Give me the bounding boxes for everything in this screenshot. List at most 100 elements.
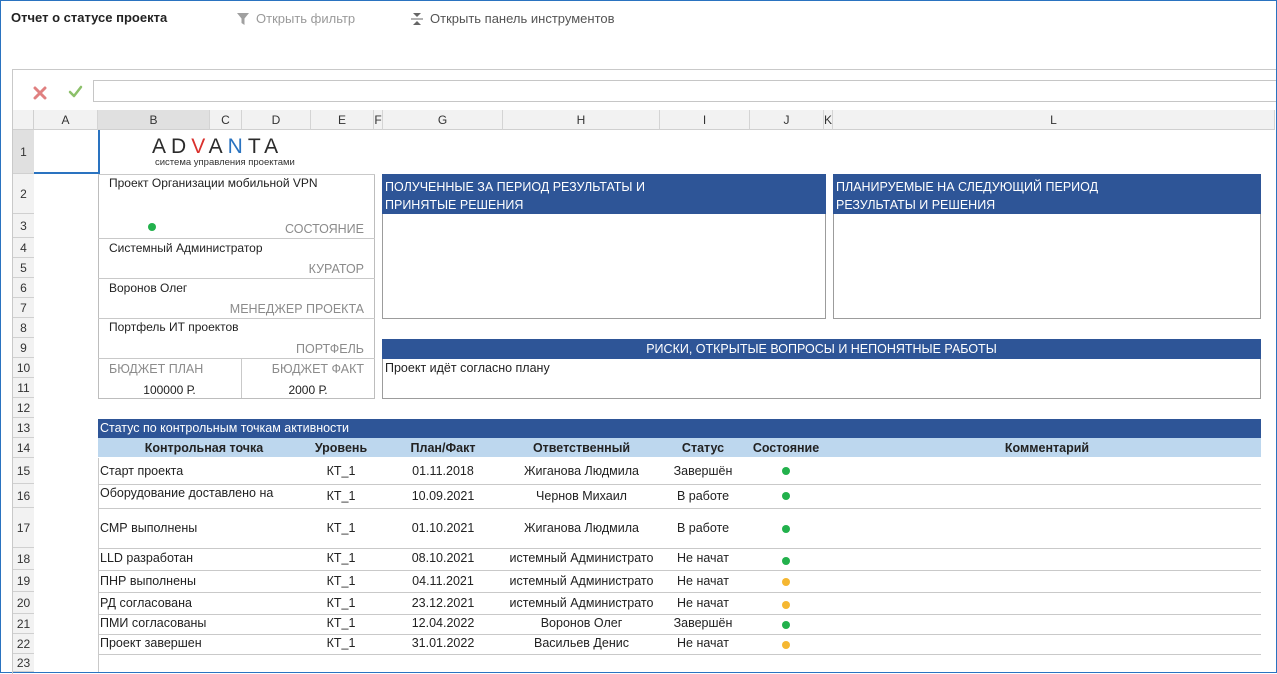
column-header-e[interactable]: E <box>311 110 374 130</box>
milestone-level: КТ_1 <box>326 551 356 565</box>
milestone-status: В работе <box>676 489 730 503</box>
column-header-k[interactable]: K <box>824 110 833 130</box>
col-point-header: Контрольная точка <box>144 440 264 455</box>
divider <box>98 318 375 319</box>
row-divider <box>98 592 1261 593</box>
row-header-22[interactable]: 22 <box>13 634 34 654</box>
row-header-15[interactable]: 15 <box>13 458 34 484</box>
row-header-10[interactable]: 10 <box>13 358 34 378</box>
row-divider <box>98 634 1261 635</box>
open-filter-label: Открыть фильтр <box>256 11 356 26</box>
column-header-h[interactable]: H <box>503 110 660 130</box>
open-tools-button[interactable]: Открыть панель инструментов <box>410 11 615 26</box>
column-header-f[interactable]: F <box>374 110 383 130</box>
milestone-level: КТ_1 <box>326 521 356 535</box>
row-divider <box>98 484 1261 485</box>
formula-input[interactable] <box>93 80 1276 102</box>
planned-panel-header: ПЛАНИРУЕМЫЕ НА СЛЕДУЮЩИЙ ПЕРИОД РЕЗУЛЬТА… <box>833 174 1261 214</box>
milestone-owner: Жиганова Людмила <box>524 521 639 535</box>
budget-plan-value: 100000 Р. <box>143 383 196 397</box>
row-header-12[interactable]: 12 <box>13 398 34 418</box>
results-header-line1: ПОЛУЧЕННЫЕ ЗА ПЕРИОД РЕЗУЛЬТАТЫ И <box>385 180 645 194</box>
milestone-plan: 08.10.2021 <box>411 551 475 565</box>
project-state-dot <box>148 223 156 231</box>
col-plan-header: План/Факт <box>410 440 476 455</box>
row-header-17[interactable]: 17 <box>13 508 34 548</box>
toolbar-toggle-icon <box>411 12 423 25</box>
select-all-corner[interactable] <box>13 110 34 130</box>
column-header-d[interactable]: D <box>242 110 311 130</box>
milestone-state-dot <box>782 621 790 629</box>
milestone-status: Завершён <box>673 616 733 630</box>
column-header-b[interactable]: B <box>98 110 210 130</box>
row-header-13[interactable]: 13 <box>13 418 34 438</box>
filter-icon <box>237 12 249 25</box>
formula-bar <box>13 70 1276 111</box>
planned-header-line1: ПЛАНИРУЕМЫЕ НА СЛЕДУЮЩИЙ ПЕРИОД <box>836 180 1099 194</box>
milestone-level: КТ_1 <box>326 489 356 503</box>
state-label: СОСТОЯНИЕ <box>285 222 364 236</box>
open-filter-button[interactable]: Открыть фильтр <box>236 11 355 26</box>
confirm-icon[interactable] <box>68 85 83 99</box>
risks-panel-header: РИСКИ, ОТКРЫТЫЕ ВОПРОСЫ И НЕПОНЯТНЫЕ РАБ… <box>382 339 1261 359</box>
milestone-point: Старт проекта <box>100 464 184 478</box>
portfolio-label: ПОРТФЕЛЬ <box>296 342 364 356</box>
milestone-status: Не начат <box>677 574 729 588</box>
column-header-a[interactable]: A <box>34 110 98 130</box>
milestone-owner: истемный Администрато <box>509 574 654 588</box>
row-header-16[interactable]: 16 <box>13 484 34 508</box>
row-header-2[interactable]: 2 <box>13 174 34 214</box>
milestone-point: СМР выполнены <box>100 521 198 535</box>
row-header-8[interactable]: 8 <box>13 318 34 338</box>
active-cell-edge <box>98 130 100 174</box>
row-header-23[interactable]: 23 <box>13 654 34 672</box>
milestone-owner: истемный Администрато <box>509 551 654 565</box>
manager-label: МЕНЕДЖЕР ПРОЕКТА <box>229 302 364 316</box>
open-tools-label: Открыть панель инструментов <box>430 11 615 26</box>
milestone-level: КТ_1 <box>326 596 356 610</box>
cancel-icon[interactable] <box>33 86 47 100</box>
row-header-3[interactable]: 3 <box>13 214 34 238</box>
milestone-status: Завершён <box>673 464 733 478</box>
milestone-point: ПНР выполнены <box>100 574 196 588</box>
milestone-point: ПМИ согласованы <box>100 616 207 630</box>
col-status-header: Статус <box>681 440 725 455</box>
row-header-7[interactable]: 7 <box>13 298 34 318</box>
row-header-14[interactable]: 14 <box>13 438 34 458</box>
divider <box>98 278 375 279</box>
milestone-level: КТ_1 <box>326 574 356 588</box>
column-header-g[interactable]: G <box>383 110 503 130</box>
row-header-11[interactable]: 11 <box>13 378 34 398</box>
milestone-plan: 04.11.2021 <box>412 574 474 588</box>
results-panel-header: ПОЛУЧЕННЫЕ ЗА ПЕРИОД РЕЗУЛЬТАТЫ И ПРИНЯТ… <box>382 174 826 214</box>
curator-value: Системный Администратор <box>109 241 263 255</box>
milestone-state-dot <box>782 578 790 586</box>
row-divider <box>98 548 1261 549</box>
row-header-18[interactable]: 18 <box>13 548 34 570</box>
col-comment-header: Комментарий <box>1004 440 1090 455</box>
milestone-state-dot <box>782 557 790 565</box>
milestone-level: КТ_1 <box>326 464 356 478</box>
row-header-9[interactable]: 9 <box>13 338 34 358</box>
budget-fact-value: 2000 Р. <box>288 383 328 397</box>
table-left-border <box>98 458 99 672</box>
column-header-i[interactable]: I <box>660 110 750 130</box>
col-state-header: Состояние <box>752 440 820 455</box>
row-header-21[interactable]: 21 <box>13 614 34 634</box>
active-cell-indicator <box>34 172 98 174</box>
row-header-5[interactable]: 5 <box>13 258 34 278</box>
project-name: Проект Организации мобильной VPN <box>109 176 318 190</box>
divider <box>98 174 375 175</box>
column-header-j[interactable]: J <box>750 110 824 130</box>
row-header-20[interactable]: 20 <box>13 592 34 614</box>
row-header-1[interactable]: 1 <box>13 130 34 174</box>
column-header-c[interactable]: C <box>210 110 242 130</box>
row-header-4[interactable]: 4 <box>13 238 34 258</box>
milestones-title: Статус по контрольным точкам активности <box>98 419 1261 438</box>
milestone-level: КТ_1 <box>326 616 356 630</box>
row-header-6[interactable]: 6 <box>13 278 34 298</box>
row-header-19[interactable]: 19 <box>13 570 34 592</box>
portfolio-value: Портфель ИТ проектов <box>109 320 239 334</box>
column-header-l[interactable]: L <box>833 110 1275 130</box>
report-title: Отчет о статусе проекта <box>11 10 168 25</box>
